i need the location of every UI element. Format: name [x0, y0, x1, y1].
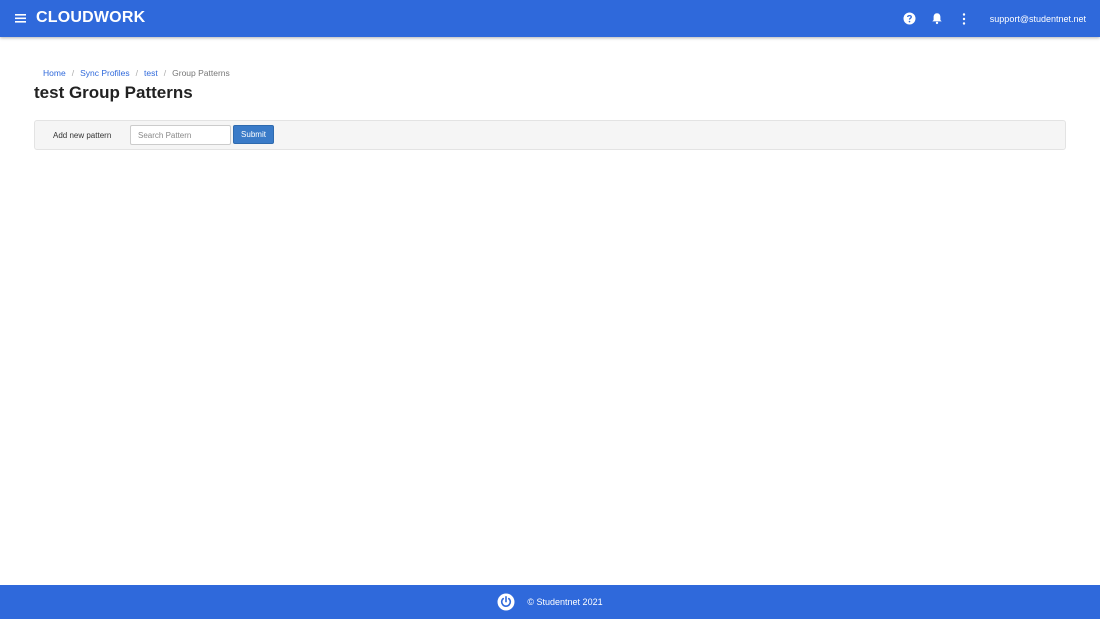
page-title: test Group Patterns [34, 83, 193, 102]
pattern-input[interactable] [130, 125, 231, 145]
user-email[interactable]: support@studentnet.net [990, 14, 1086, 24]
breadcrumb-current: Group Patterns [172, 68, 230, 78]
menu-icon[interactable] [14, 12, 28, 25]
submit-button[interactable]: Submit [233, 125, 274, 144]
bell-icon[interactable] [930, 12, 944, 26]
footer: © Studentnet 2021 [0, 585, 1100, 619]
footer-copyright: © Studentnet 2021 [527, 597, 603, 607]
add-pattern-label: Add new pattern [53, 131, 112, 140]
breadcrumb-separator: / [71, 68, 75, 78]
breadcrumb-separator: / [163, 68, 167, 78]
breadcrumb-home[interactable]: Home [43, 68, 66, 78]
more-vertical-icon[interactable] [957, 12, 971, 26]
add-pattern-form: Add new pattern Submit [34, 120, 1066, 150]
help-icon[interactable] [903, 12, 917, 26]
header-actions: support@studentnet.net [903, 0, 1086, 37]
app-brand[interactable]: CLOUDWORK [36, 9, 145, 27]
breadcrumb-separator: / [135, 68, 139, 78]
top-app-bar: CLOUDWORK support@studentnet.net [0, 0, 1100, 37]
breadcrumb: Home / Sync Profiles / test / Group Patt… [43, 68, 230, 78]
breadcrumb-sync-profiles[interactable]: Sync Profiles [80, 68, 130, 78]
breadcrumb-test[interactable]: test [144, 68, 158, 78]
power-icon [497, 593, 515, 611]
